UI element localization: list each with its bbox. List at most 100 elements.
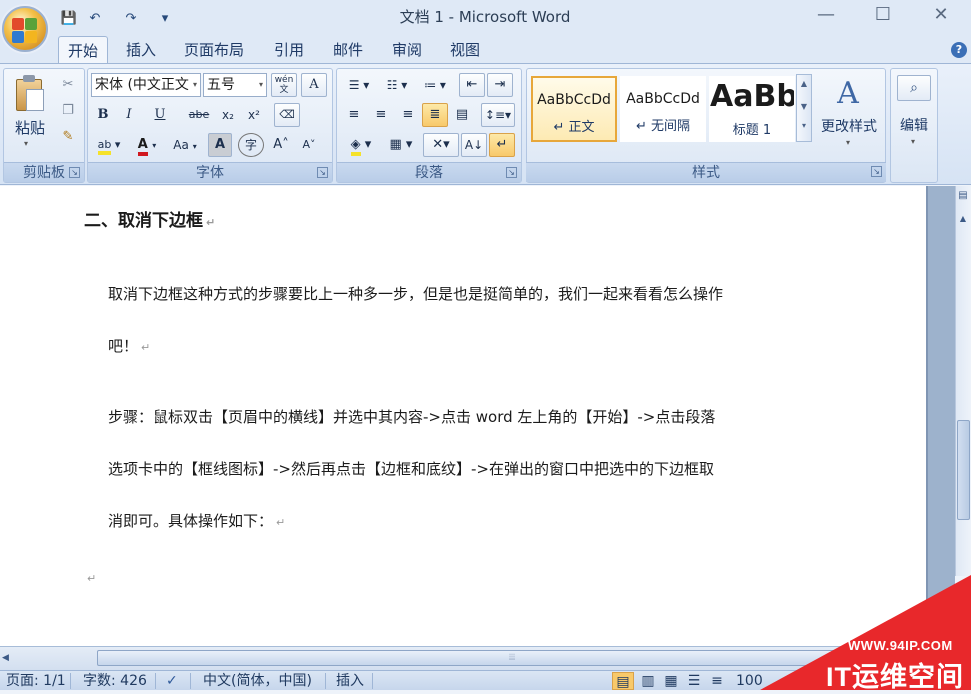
paste-icon (14, 75, 46, 113)
spell-check-icon[interactable]: ✓ (166, 672, 178, 690)
status-language[interactable]: 中文(简体，中国) (203, 672, 312, 690)
horizontal-scroll-thumb[interactable]: ⦙⦙⦙ (97, 650, 927, 666)
align-center-icon[interactable]: ≡ (368, 103, 394, 127)
chinese-layout-icon[interactable]: ✕▾ (423, 133, 459, 157)
tab-review[interactable]: 审阅 (384, 36, 430, 64)
format-painter-icon[interactable]: ✎ (56, 125, 80, 149)
increase-indent-icon[interactable]: ⇥ (487, 73, 513, 97)
line-spacing-icon[interactable]: ↕≡▾ (481, 103, 515, 127)
styles-launcher-icon[interactable]: ↘ (871, 166, 882, 177)
status-zoom[interactable]: 100 (736, 672, 763, 690)
font-launcher-icon[interactable]: ↘ (317, 167, 328, 178)
numbering-icon[interactable]: ☷ ▾ (379, 73, 415, 97)
status-page[interactable]: 页面: 1/1 (6, 672, 66, 690)
shading-icon[interactable]: ◈ ▾ (341, 133, 381, 157)
strikethrough-button[interactable]: abe (184, 103, 214, 127)
styles-scroll[interactable]: ▲ ▼ ▾ (796, 74, 812, 142)
watermark-brand: IT运维空间 (826, 662, 964, 692)
cut-icon[interactable]: ✂ (56, 73, 80, 97)
shrink-font-button[interactable]: A˅ (296, 133, 322, 157)
paste-dropdown-icon[interactable]: ▾ (24, 139, 28, 148)
paragraph-launcher-icon[interactable]: ↘ (506, 167, 517, 178)
vertical-scroll-thumb[interactable] (957, 420, 970, 520)
style-no-spacing[interactable]: AaBbCcDd ↵ 无间隔 (620, 76, 706, 142)
status-word-count[interactable]: 字数: 426 (83, 672, 147, 690)
print-layout-view-icon[interactable]: ▤ (612, 672, 634, 690)
font-size-select[interactable]: 五号 ▾ (203, 73, 267, 97)
undo-icon[interactable]: ↶ (84, 8, 106, 30)
office-logo-icon (12, 18, 24, 30)
doc-paragraph-line-2: 吧！ ↵ (108, 337, 151, 355)
help-icon[interactable]: ? (951, 42, 967, 58)
paste-button[interactable]: 粘贴 (8, 117, 52, 138)
tab-page-layout[interactable]: 页面布局 (176, 36, 252, 64)
window-title: 文档 1 - Microsoft Word (399, 8, 571, 26)
tab-references[interactable]: 引用 (266, 36, 312, 64)
draft-view-icon[interactable]: ≡ (706, 672, 728, 690)
decrease-indent-icon[interactable]: ⇤ (459, 73, 485, 97)
underline-button[interactable]: U (143, 103, 177, 127)
copy-icon[interactable]: ❐ (56, 99, 80, 123)
tab-mailings[interactable]: 邮件 (325, 36, 371, 64)
enclose-chars-button[interactable]: 字 (238, 133, 264, 157)
font-color-button[interactable]: A ▾ (130, 133, 164, 157)
status-insert-mode[interactable]: 插入 (336, 672, 364, 690)
char-shading-button[interactable]: A (208, 133, 232, 157)
scroll-left-icon[interactable]: ◀ (2, 650, 16, 666)
bullets-icon[interactable]: ☰ ▾ (341, 73, 377, 97)
tab-insert[interactable]: 插入 (118, 36, 164, 64)
bold-button[interactable]: B (91, 103, 115, 127)
subscript-button[interactable]: x₂ (216, 103, 240, 127)
font-group: 宋体 (中文正文 ▾ 五号 ▾ wén 文 A B I U abe x₂ x² ⌫ … (87, 68, 333, 183)
scroll-up-icon[interactable]: ▲ (956, 214, 970, 228)
clipboard-group: 粘贴 ▾ ✂ ❐ ✎ 剪贴板 ↘ (3, 68, 85, 183)
distributed-icon[interactable]: ▤ (449, 103, 475, 127)
char-border-button[interactable]: A (301, 73, 327, 97)
styles-down-icon: ▼ (800, 102, 808, 111)
superscript-button[interactable]: x² (242, 103, 266, 127)
minimize-button[interactable]: — (803, 0, 849, 32)
sort-icon[interactable]: A↓ (461, 133, 487, 157)
phonetic-guide-button[interactable]: wén 文 (271, 73, 297, 97)
clear-formatting-icon[interactable]: ⌫ (274, 103, 300, 127)
clipboard-launcher-icon[interactable]: ↘ (69, 167, 80, 178)
change-styles-dropdown-icon[interactable]: ▾ (846, 138, 850, 147)
close-button[interactable]: ✕ (918, 0, 964, 32)
customize-qat-icon[interactable]: ▾ (154, 8, 176, 30)
style-normal[interactable]: AaBbCcDd ↵ 正文 (531, 76, 617, 142)
change-case-button[interactable]: Aa ▾ (168, 133, 202, 157)
justify-icon[interactable]: ≣ (422, 103, 448, 127)
editing-group: ⌕ 编辑 ▾ (890, 68, 938, 183)
change-styles-button[interactable]: 更改样式 (812, 116, 886, 136)
save-icon[interactable]: 💾 (58, 8, 80, 30)
redo-icon[interactable]: ↷ (120, 8, 142, 30)
show-marks-icon[interactable]: ↵ (489, 133, 515, 157)
font-group-label: 字体 (88, 162, 332, 182)
doc-paragraph-line-5: 消即可。具体操作如下： ↵ (108, 512, 286, 530)
outline-view-icon[interactable]: ☰ (683, 672, 705, 690)
styles-more-icon: ▾ (801, 121, 806, 130)
editing-dropdown-icon[interactable]: ▾ (911, 137, 915, 146)
font-name-select[interactable]: 宋体 (中文正文 ▾ (91, 73, 201, 97)
italic-button[interactable]: I (117, 103, 141, 127)
office-button[interactable] (2, 6, 48, 52)
paragraph-group: ☰ ▾ ☷ ▾ ≔ ▾ ⇤ ⇥ ≡ ≡ ≡ ≣ ▤ ↕≡▾ ◈ ▾ ▦ ▾ ✕▾… (336, 68, 522, 183)
style-heading-1[interactable]: AaBb 标题 1 (709, 76, 795, 142)
highlight-button[interactable]: ab ▾ (91, 133, 127, 157)
maximize-button[interactable]: ☐ (860, 0, 906, 32)
multilevel-list-icon[interactable]: ≔ ▾ (417, 73, 453, 97)
ruler-toggle-icon[interactable]: ▤ (956, 190, 970, 208)
borders-icon[interactable]: ▦ ▾ (383, 133, 419, 157)
tab-view[interactable]: 视图 (442, 36, 488, 64)
watermark-url: WWW.94IP.COM (848, 638, 953, 653)
web-layout-icon[interactable]: ▦ (660, 672, 682, 690)
tab-home[interactable]: 开始 (58, 36, 108, 64)
change-styles-icon: A (837, 76, 859, 111)
editing-button[interactable]: 编辑 (891, 115, 937, 135)
doc-paragraph-line-4: 选项卡中的【框线图标】->然后再点击【边框和底纹】->在弹出的窗口中把选中的下边… (108, 460, 714, 478)
align-right-icon[interactable]: ≡ (395, 103, 421, 127)
doc-empty-paragraph: ↵ (87, 572, 97, 585)
align-left-icon[interactable]: ≡ (341, 103, 367, 127)
grow-font-button[interactable]: A˄ (268, 133, 294, 157)
full-screen-reading-icon[interactable]: ▥ (637, 672, 659, 690)
